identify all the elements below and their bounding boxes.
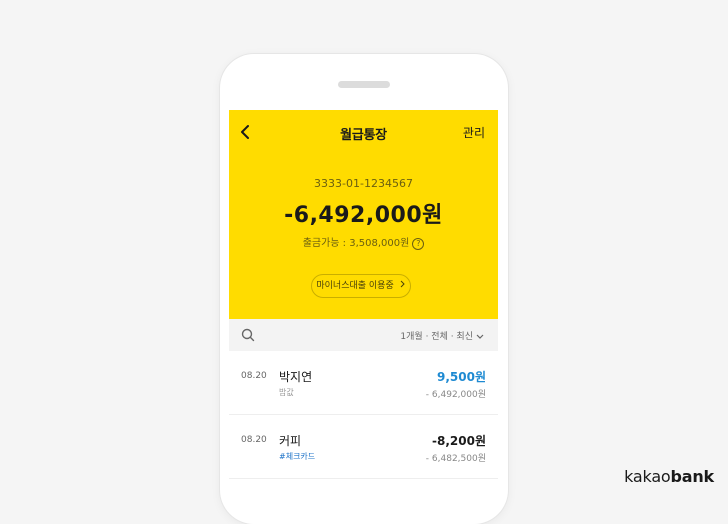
transaction-row[interactable]: 08.20 커피 #체크카드 -8,200원 - 6,482,500원	[229, 415, 498, 479]
manage-button[interactable]: 관리	[463, 124, 485, 141]
transaction-memo: 밥값	[279, 388, 294, 397]
transaction-name: 커피	[279, 434, 302, 448]
transaction-name: 박지연	[279, 370, 313, 384]
brand-prefix: kakao	[624, 467, 671, 486]
transaction-memo: #체크카드	[279, 452, 316, 461]
help-icon[interactable]: ?	[412, 238, 425, 250]
transaction-row-partial	[229, 479, 498, 499]
filter-dropdown[interactable]: 1개월 · 전체 · 최신	[400, 329, 484, 342]
available-text: 출금가능 : 3,508,000원	[302, 238, 410, 249]
chevron-right-icon	[400, 280, 405, 288]
minus-loan-button[interactable]: 마이너스대출 이용중	[311, 274, 411, 298]
filter-label: 1개월 · 전체 · 최신	[400, 332, 473, 342]
transaction-row[interactable]: 08.20 박지연 밥값 9,500원 - 6,492,000원	[229, 351, 498, 415]
app-screen: 월급통장 관리 3333-01-1234567 -6,492,000원 출금가능…	[229, 110, 498, 499]
brand-suffix: bank	[670, 467, 715, 486]
search-icon[interactable]	[241, 328, 255, 342]
account-balance: -6,492,000원	[284, 203, 443, 228]
account-number: 3333-01-1234567	[314, 177, 413, 190]
page-title: 월급통장	[340, 128, 387, 143]
chevron-down-icon	[476, 334, 484, 339]
account-header: 월급통장 관리 3333-01-1234567 -6,492,000원 출금가능…	[229, 110, 498, 319]
transaction-amount: 9,500원	[437, 370, 486, 384]
transaction-balance-after: - 6,482,500원	[425, 454, 486, 464]
transaction-date: 08.20	[241, 371, 267, 381]
filter-bar: 1개월 · 전체 · 최신	[229, 319, 498, 351]
transaction-date: 08.20	[241, 435, 267, 445]
transaction-amount: -8,200원	[432, 434, 486, 448]
available-amount: 출금가능 : 3,508,000원?	[229, 234, 498, 250]
phone-speaker	[338, 81, 390, 88]
minus-loan-label: 마이너스대출 이용중	[316, 281, 394, 291]
transaction-balance-after: - 6,492,000원	[425, 390, 486, 400]
brand-logo: kakaobank	[624, 467, 714, 486]
